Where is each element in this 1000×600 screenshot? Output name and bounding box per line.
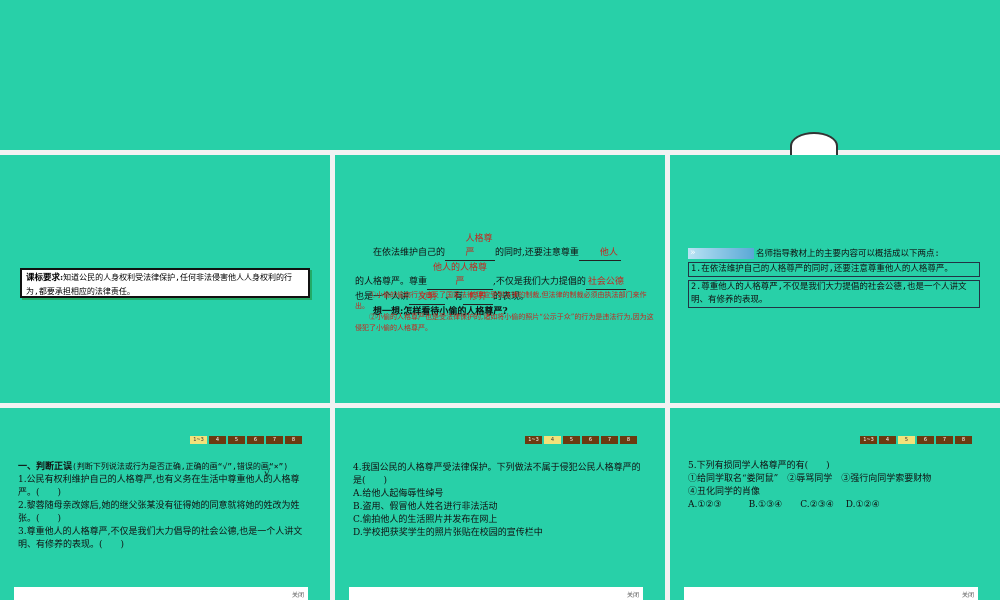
option-line: ①给同学取名“娄阿鼠” ②辱骂同学 ③强行向同学索要财物	[688, 474, 932, 484]
page-button[interactable]: 5	[898, 436, 915, 444]
choice-question: 5.下列有损同学人格尊严的有( ) ①给同学取名“娄阿鼠” ②辱骂同学 ③强行向…	[688, 460, 984, 512]
slide-5: 1~3 4 5 6 7 8 一、判断正误(判断下列说法或行为是否正确,正确的画“…	[0, 408, 330, 600]
slide-7: 1~3 4 5 6 7 8 5.下列有损同学人格尊严的有( ) ①给同学取名“娄…	[670, 408, 1000, 600]
option: B.盗用、假冒他人姓名进行非法活动	[353, 502, 498, 512]
answer-blank: 人格尊严	[465, 234, 493, 258]
answer-blank: 他人	[599, 248, 618, 258]
curriculum-box: 课标要求:知道公民的人身权利受法律保护,任何非法侵害他人人身权利的行为,都要承担…	[20, 268, 310, 298]
summary-item: 1.在依法维护自己的人格尊严的同时,还要注意尊重他人的人格尊严。	[688, 262, 980, 277]
question-stem: 5.下列有损同学人格尊严的有( )	[688, 461, 830, 471]
summary-header: » 名师指导教材上的主要内容可以概括成以下两点:	[688, 247, 940, 259]
arrow-banner-icon: »	[688, 247, 754, 259]
summary-list: 1.在依法维护自己的人格尊严的同时,还要注意尊重他人的人格尊严。 2.尊重他人的…	[688, 262, 980, 308]
slide-2: 课标要求:知道公民的人身权利受法律保护,任何非法侵害他人人身权利的行为,都要承担…	[0, 155, 330, 403]
answer-blank: 社会公德	[587, 277, 624, 287]
option-line: ④丑化同学的肖像	[688, 487, 761, 497]
question-stem: 4.我国公民的人格尊严受法律保护。下列做法不属于侵犯公民人格尊严的是( )	[353, 463, 641, 486]
page-button[interactable]: 1~3	[525, 436, 542, 444]
close-button[interactable]: 关闭	[962, 590, 974, 599]
page-nav: 1~3 4 5 6 7 8	[525, 436, 637, 444]
option-line: A.①②③ B.①③④ C.②③④ D.①②④	[688, 500, 880, 510]
page-button[interactable]: 4	[544, 436, 561, 444]
page-nav: 1~3 4 5 6 7 8	[190, 436, 302, 444]
question: 2.黎蓉随母亲改嫁后,她的继父张某没有征得她的同意就将她的姓改为姓张。( )	[18, 501, 300, 524]
check-mark: √	[264, 468, 271, 479]
page-button[interactable]: 7	[266, 436, 283, 444]
slide-6: 1~3 4 5 6 7 8 4.我国公民的人格尊严受法律保护。下列做法不属于侵犯…	[335, 408, 665, 600]
page-button[interactable]: 1~3	[860, 436, 877, 444]
curriculum-label: 课标要求:	[26, 273, 64, 283]
close-bar: 关闭	[14, 587, 308, 600]
option: D.学校把获奖学生的照片张贴在校园的宣传栏中	[353, 528, 543, 538]
option: C.偷拍他人的生活照片并发布在网上	[353, 515, 498, 525]
section-heading: 一、判断正误	[18, 462, 73, 472]
page-button[interactable]: 7	[936, 436, 953, 444]
page-button[interactable]: 1~3	[190, 436, 207, 444]
slide-4: » 名师指导教材上的主要内容可以概括成以下两点: 1.在依法维护自己的人格尊严的…	[670, 155, 1000, 403]
slide-1	[0, 0, 1000, 150]
page-button[interactable]: 8	[285, 436, 302, 444]
option: A.给他人起侮辱性绰号	[353, 489, 444, 499]
think-answer: ①小偷的偷窃行为违反了国家法律,理应受到法律的制裁,但法律的制裁必须由执法部门来…	[355, 291, 654, 332]
page-button[interactable]: 6	[247, 436, 264, 444]
page-button[interactable]: 5	[228, 436, 245, 444]
page-button[interactable]: 8	[955, 436, 972, 444]
close-bar: 关闭	[684, 587, 978, 600]
page-button[interactable]: 4	[209, 436, 226, 444]
section-hint: (判断下列说法或行为是否正确,正确的画“√”,错误的画“×”)	[72, 462, 289, 471]
page-button[interactable]: 6	[582, 436, 599, 444]
page-button[interactable]: 5	[563, 436, 580, 444]
answer-blank: 他人的人格尊严	[433, 263, 488, 287]
summary-item: 2.尊重他人的人格尊严,不仅是我们大力提倡的社会公德,也是一个人讲文明、有修养的…	[688, 280, 980, 308]
close-button[interactable]: 关闭	[627, 590, 639, 599]
choice-question: 4.我国公民的人格尊严受法律保护。下列做法不属于侵犯公民人格尊严的是( ) A.…	[353, 462, 649, 540]
page-nav: 1~3 4 5 6 7 8	[860, 436, 972, 444]
page-button[interactable]: 4	[879, 436, 896, 444]
page-button[interactable]: 6	[917, 436, 934, 444]
slide-3: 在依法维护自己的人格尊严 的同时,还要注意尊重 他人 的人格尊严。尊重他人的人格尊严…	[335, 155, 665, 403]
close-bar: 关闭	[349, 587, 643, 600]
curriculum-text: 知道公民的人身权利受法律保护,任何非法侵害他人人身权利的行为,都要承担相应的法律…	[26, 273, 292, 296]
page-button[interactable]: 7	[601, 436, 618, 444]
close-button[interactable]: 关闭	[292, 590, 304, 599]
page-button[interactable]: 8	[620, 436, 637, 444]
question: 3.尊重他人的人格尊严,不仅是我们大力倡导的社会公德,也是一个人讲文明、有修养的…	[18, 527, 303, 550]
